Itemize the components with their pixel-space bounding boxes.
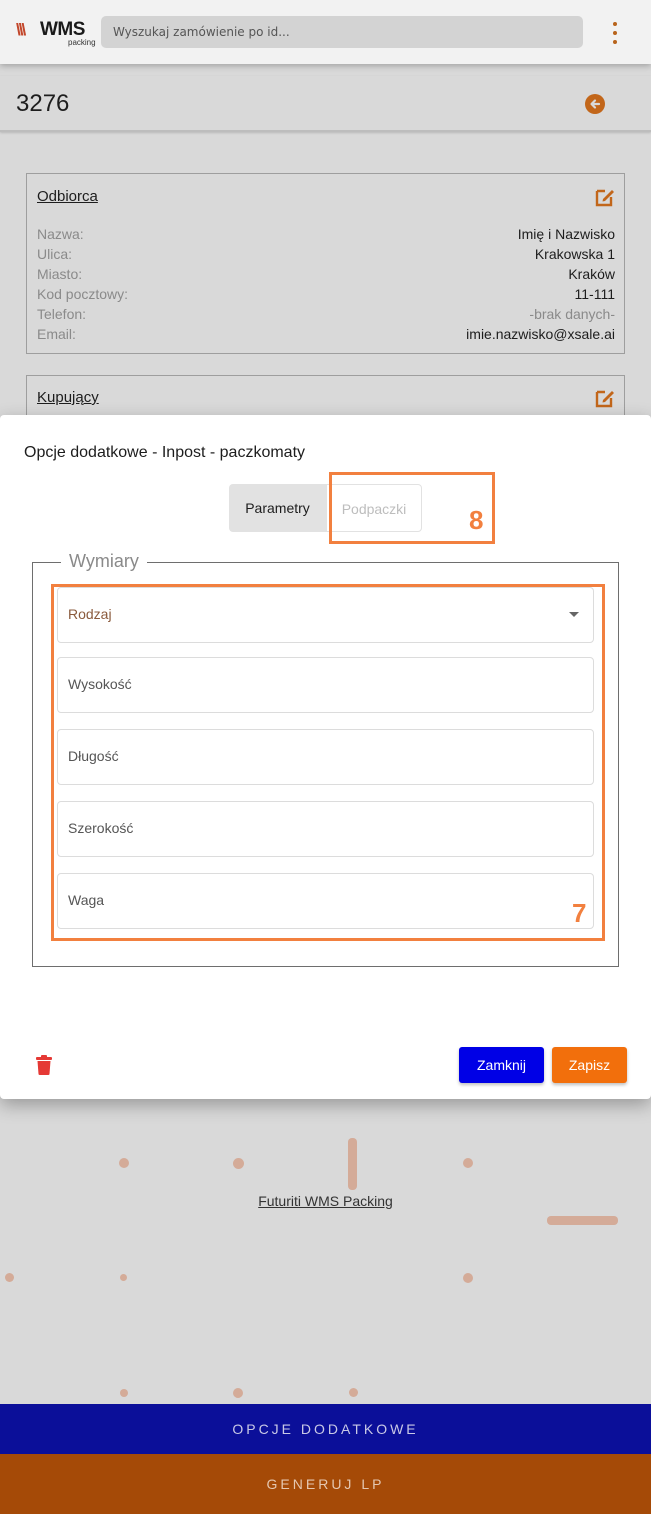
logo-mark: \\\ (16, 20, 26, 39)
recipient-card: Odbiorca Nazwa: Imię i Nazwisko Ulica: K… (26, 173, 625, 354)
edit-icon[interactable] (594, 387, 616, 409)
save-button[interactable]: Zapisz (552, 1047, 627, 1083)
annotation-number-fields: 7 (572, 898, 587, 928)
recipient-row-city: Miasto: Kraków (37, 266, 615, 286)
field-value: -brak danych- (529, 306, 615, 322)
kebab-menu-icon[interactable] (605, 20, 625, 46)
additional-options-button[interactable]: OPCJE DODATKOWE (0, 1404, 651, 1454)
field-label: Email: (37, 326, 76, 342)
field-value: Kraków (568, 266, 615, 282)
options-dialog: Opcje dodatkowe - Inpost - paczkomaty Pa… (0, 415, 651, 1099)
decor-dot (5, 1273, 14, 1282)
edit-icon[interactable] (594, 186, 616, 208)
field-label: Kod pocztowy: (37, 286, 129, 302)
logo-subtitle: packing (68, 38, 96, 47)
order-search-input[interactable]: Wyszukaj zamówienie po id... (101, 16, 583, 48)
decor-dot (233, 1158, 244, 1169)
buyer-title: Kupujący (37, 389, 99, 406)
annotation-number-tab: 8 (469, 505, 484, 535)
decor-dot (233, 1388, 243, 1398)
decor-dot (119, 1158, 129, 1168)
field-value: 11-111 (574, 286, 615, 302)
app-logo[interactable]: \\\ WMS packing (16, 19, 96, 47)
field-value: Imię i Nazwisko (517, 226, 615, 242)
order-id: 3276 (16, 90, 70, 117)
close-button[interactable]: Zamknij (459, 1047, 544, 1083)
field-label: Ulica: (37, 246, 73, 262)
footer-link[interactable]: Futuriti WMS Packing (0, 1193, 651, 1209)
recipient-row-postcode: Kod pocztowy: 11-111 (37, 286, 615, 306)
tab-parameters[interactable]: Parametry (229, 484, 326, 532)
annotation-box-fields (51, 584, 605, 941)
decor-dot (349, 1388, 358, 1397)
field-label: Miasto: (37, 266, 83, 282)
decor-bar (547, 1216, 618, 1225)
recipient-row-name: Nazwa: Imię i Nazwisko (37, 226, 615, 246)
generate-label-button[interactable]: GENERUJ LP (0, 1454, 651, 1514)
recipient-title: Odbiorca (37, 188, 98, 205)
field-label: Telefon: (37, 306, 87, 322)
decor-dot (463, 1158, 473, 1168)
decor-dot (120, 1274, 127, 1281)
decor-bar (348, 1138, 357, 1190)
top-bar: \\\ WMS packing Wyszukaj zamówienie po i… (0, 0, 651, 64)
dialog-title: Opcje dodatkowe - Inpost - paczkomaty (24, 444, 306, 461)
decor-dot (463, 1273, 473, 1283)
recipient-row-street: Ulica: Krakowska 1 (37, 246, 615, 266)
trash-icon[interactable] (36, 1055, 52, 1075)
fieldset-legend: Wymiary (61, 551, 147, 572)
recipient-row-email: Email: imie.nazwisko@xsale.ai (37, 326, 615, 346)
decor-dot (120, 1389, 128, 1397)
recipient-row-phone: Telefon: -brak danych- (37, 306, 615, 326)
field-label: Nazwa: (37, 226, 84, 242)
order-header: 3276 (0, 76, 651, 132)
field-value: imie.nazwisko@xsale.ai (466, 326, 615, 342)
field-value: Krakowska 1 (534, 246, 615, 262)
arrow-left-circle-icon[interactable] (585, 94, 605, 114)
